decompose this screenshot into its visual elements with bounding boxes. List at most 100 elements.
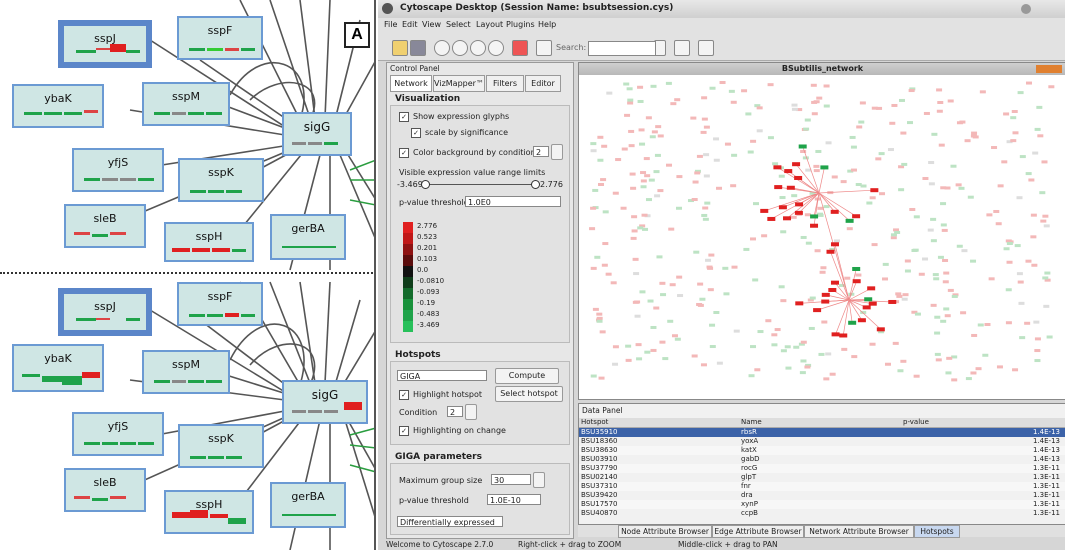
node-sleB-top[interactable]: sleB xyxy=(64,204,146,248)
network-node xyxy=(774,328,781,332)
tab-network-attribute-browser[interactable]: Network Attribute Browser xyxy=(804,525,914,538)
zoom-selected-icon[interactable] xyxy=(470,40,486,56)
menu-select[interactable]: Select xyxy=(446,20,471,29)
network-node xyxy=(756,106,763,110)
table-row[interactable]: BSU17570 xynP 1.3E-11 xyxy=(579,500,1065,509)
show-glyphs-checkbox[interactable]: ✓ xyxy=(399,112,409,122)
node-sspM-bottom[interactable]: sspM xyxy=(142,350,230,394)
zoom-in-icon[interactable] xyxy=(452,40,468,56)
tab-vizmapper[interactable]: VizMapper™ xyxy=(433,75,485,92)
tab-editor[interactable]: Editor xyxy=(525,75,561,92)
col-hotspot[interactable]: Hotspot xyxy=(581,418,608,427)
zoom-out-icon[interactable] xyxy=(434,40,450,56)
col-pvalue[interactable]: p-value xyxy=(903,418,929,427)
table-row[interactable]: BSU39420 dra 1.3E-11 xyxy=(579,491,1065,500)
table-row[interactable]: BSU18360 yoxA 1.4E-13 xyxy=(579,437,1065,446)
node-sspH-top[interactable]: sspH xyxy=(164,222,254,262)
tab-node-attribute-browser[interactable]: Node Attribute Browser xyxy=(618,525,712,538)
select-hotspot-button[interactable]: Select hotspot xyxy=(495,386,563,402)
window-menu-icon[interactable] xyxy=(1021,4,1031,14)
table-row[interactable]: BSU38630 katX 1.4E-13 xyxy=(579,446,1065,455)
menu-edit[interactable]: Edit xyxy=(402,20,418,29)
menu-file[interactable]: File xyxy=(384,20,397,29)
network-graph[interactable] xyxy=(579,75,1065,399)
node-sspJ-bottom[interactable]: sspJ xyxy=(58,288,152,336)
col-name[interactable]: Name xyxy=(741,418,762,427)
color-bg-checkbox[interactable]: ✓ xyxy=(399,148,409,158)
save-session-icon[interactable] xyxy=(410,40,426,56)
node-ybaK-bottom[interactable]: ybaK xyxy=(12,344,104,392)
node-sigG-bottom[interactable]: sigG xyxy=(282,380,368,424)
network-node xyxy=(724,142,731,146)
tab-hotspots[interactable]: Hotspots xyxy=(914,525,960,538)
network-node xyxy=(928,182,935,186)
tab-filters[interactable]: Filters xyxy=(486,75,524,92)
network-node xyxy=(634,300,641,304)
menu-help[interactable]: Help xyxy=(538,20,556,29)
help-icon[interactable] xyxy=(512,40,528,56)
color-bg-condition-field[interactable]: 2 xyxy=(533,146,549,157)
table-row[interactable]: BSU35910 rbsR 1.4E-13 xyxy=(579,428,1065,437)
highlight-change-checkbox[interactable]: ✓ xyxy=(399,426,409,436)
network-node xyxy=(701,96,708,100)
network-node xyxy=(897,369,904,373)
table-row[interactable]: BSU40870 ccpB 1.3E-11 xyxy=(579,509,1065,518)
node-sigG-top[interactable]: sigG xyxy=(282,112,352,156)
node-yfjS-top[interactable]: yfjS xyxy=(72,148,164,192)
range-slider-max-handle[interactable] xyxy=(531,180,540,189)
node-gerBA-top[interactable]: gerBA xyxy=(270,214,346,260)
node-ybaK-top[interactable]: ybaK xyxy=(12,84,104,128)
node-yfjS-bottom[interactable]: yfjS xyxy=(72,412,164,456)
node-sspF-top[interactable]: sspF xyxy=(177,16,263,60)
vizmapper-icon[interactable] xyxy=(536,40,552,56)
network-options-icon[interactable] xyxy=(698,40,714,56)
table-row[interactable]: BSU37310 fnr 1.3E-11 xyxy=(579,482,1065,491)
node-sspK-top[interactable]: sspK xyxy=(178,158,264,202)
condition-field[interactable]: 2 xyxy=(447,406,463,417)
expr-glyph xyxy=(226,456,242,459)
node-sspF-bottom[interactable]: sspF xyxy=(177,282,263,326)
highlight-hotspot-label: Highlight hotspot xyxy=(413,390,483,399)
node-sspM-top[interactable]: sspM xyxy=(142,82,230,126)
network-view[interactable]: BSubtilis_network xyxy=(578,62,1065,400)
node-sspJ-top[interactable]: sspJ xyxy=(58,20,152,68)
max-group-field[interactable]: 30 xyxy=(491,474,531,485)
search-input[interactable] xyxy=(588,41,656,56)
hotspot-node xyxy=(857,318,866,323)
giga-pvalue-field[interactable]: 1.0E-10 xyxy=(487,494,541,505)
condition-stepper[interactable] xyxy=(465,404,477,420)
network-node xyxy=(596,319,603,323)
node-sspK-bottom[interactable]: sspK xyxy=(178,424,264,468)
network-node xyxy=(1039,191,1046,195)
table-row[interactable]: BSU02140 glpT 1.3E-11 xyxy=(579,473,1065,482)
range-slider-min-handle[interactable] xyxy=(421,180,430,189)
scale-significance-checkbox[interactable]: ✓ xyxy=(411,128,421,138)
filter-options-icon[interactable] xyxy=(674,40,690,56)
highlight-hotspot-checkbox[interactable]: ✓ xyxy=(399,390,409,400)
tab-edge-attribute-browser[interactable]: Edge Attribute Browser xyxy=(712,525,804,538)
tab-network[interactable]: Network xyxy=(390,75,432,92)
table-row[interactable]: BSU03910 gabD 1.4E-13 xyxy=(579,455,1065,464)
max-group-stepper[interactable] xyxy=(533,472,545,488)
window-titlebar[interactable]: Cytoscape Desktop (Session Name: bsubtse… xyxy=(378,0,1065,19)
menu-view[interactable]: View xyxy=(422,20,441,29)
mode-select[interactable]: Differentially expressed xyxy=(397,516,503,527)
node-sspH-bottom[interactable]: sspH xyxy=(164,490,254,534)
network-node xyxy=(644,350,651,354)
table-row[interactable]: BSU37790 rocG 1.3E-11 xyxy=(579,464,1065,473)
node-sleB-bottom[interactable]: sleB xyxy=(64,468,146,512)
open-session-icon[interactable] xyxy=(392,40,408,56)
window-controls-icon[interactable] xyxy=(1036,65,1062,73)
range-slider-track[interactable] xyxy=(423,184,535,185)
menu-plugins[interactable]: Plugins xyxy=(506,20,535,29)
color-bg-stepper[interactable] xyxy=(551,144,563,160)
hotspot-algorithm-select[interactable]: GIGA xyxy=(397,370,487,381)
network-node xyxy=(733,329,740,333)
network-node xyxy=(731,153,738,157)
compute-button[interactable]: Compute xyxy=(495,368,559,384)
zoom-fit-icon[interactable] xyxy=(488,40,504,56)
node-gerBA-bottom[interactable]: gerBA xyxy=(270,482,346,528)
network-node xyxy=(819,270,826,274)
pvalue-threshold-field[interactable]: 1.0E0 xyxy=(465,196,561,207)
menu-layout[interactable]: Layout xyxy=(476,20,503,29)
